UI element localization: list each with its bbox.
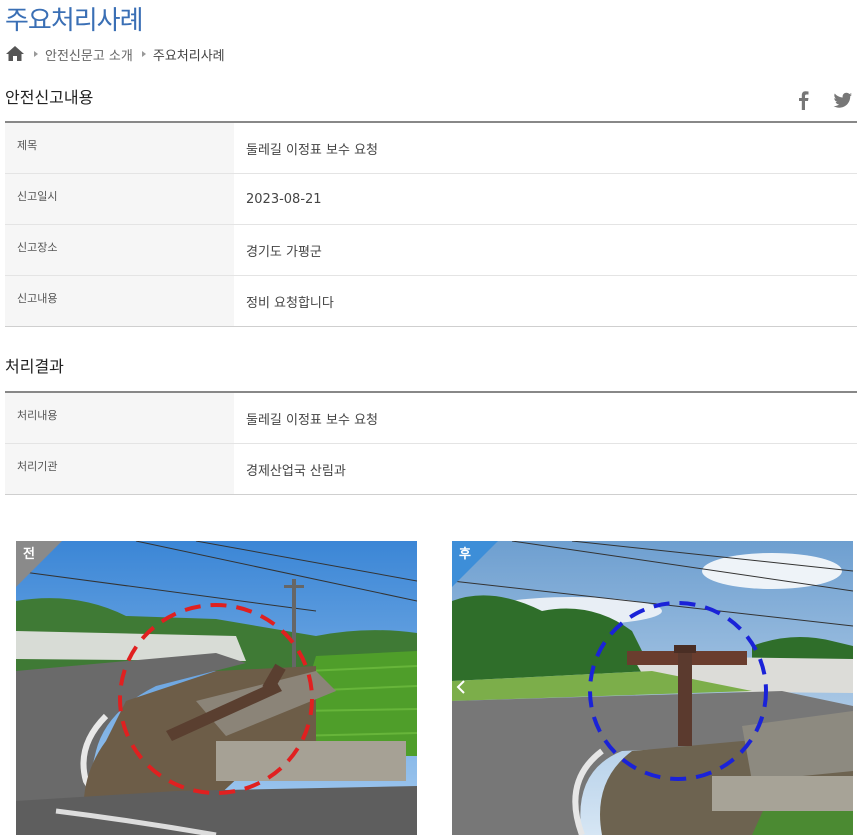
facebook-icon[interactable] xyxy=(795,90,813,110)
share-buttons xyxy=(795,90,852,110)
row-label: 처리기관 xyxy=(5,443,234,495)
row-label: 제목 xyxy=(5,122,234,174)
home-icon[interactable] xyxy=(5,45,25,63)
row-value: 둘레길 이정표 보수 요청 xyxy=(234,392,857,444)
table-row: 신고내용 정비 요청합니다 xyxy=(5,275,857,327)
table-row: 신고장소 경기도 가평군 xyxy=(5,224,857,276)
row-label: 신고내용 xyxy=(5,275,234,327)
result-section-title: 처리결과 xyxy=(5,357,64,376)
table-row: 신고일시 2023-08-21 xyxy=(5,173,857,225)
twitter-icon[interactable] xyxy=(833,90,852,110)
breadcrumb-item-current: 주요처리사례 xyxy=(152,48,225,64)
after-badge-label: 후 xyxy=(459,547,471,562)
result-table: 처리내용 둘레길 이정표 보수 요청 처리기관 경제산업국 산림과 xyxy=(5,391,857,495)
breadcrumb-separator-icon xyxy=(34,51,38,57)
table-row: 처리내용 둘레길 이정표 보수 요청 xyxy=(5,392,857,444)
row-value: 2023-08-21 xyxy=(234,173,857,225)
breadcrumb-item-intro[interactable]: 안전신문고 소개 xyxy=(45,45,133,64)
row-label: 신고장소 xyxy=(5,224,234,276)
table-row: 제목 둘레길 이정표 보수 요청 xyxy=(5,122,857,174)
before-badge-label: 전 xyxy=(23,547,35,562)
after-photo: 후 xyxy=(452,541,853,835)
report-table: 제목 둘레길 이정표 보수 요청 신고일시 2023-08-21 신고장소 경기… xyxy=(5,121,857,327)
report-section-title: 안전신고내용 xyxy=(5,88,94,107)
page-title: 주요처리사례 xyxy=(5,6,144,36)
before-photo: 전 xyxy=(16,541,417,835)
table-row: 처리기관 경제산업국 산림과 xyxy=(5,443,857,495)
row-value: 경제산업국 산림과 xyxy=(234,443,857,495)
breadcrumb-separator-icon xyxy=(141,51,146,57)
row-value: 경기도 가평군 xyxy=(234,224,857,276)
breadcrumb: 안전신문고 소개 주요처리사례 xyxy=(5,44,225,64)
row-value: 둘레길 이정표 보수 요청 xyxy=(234,122,857,174)
row-label: 처리내용 xyxy=(5,392,234,444)
row-label: 신고일시 xyxy=(5,173,234,225)
row-value: 정비 요청합니다 xyxy=(234,275,857,327)
